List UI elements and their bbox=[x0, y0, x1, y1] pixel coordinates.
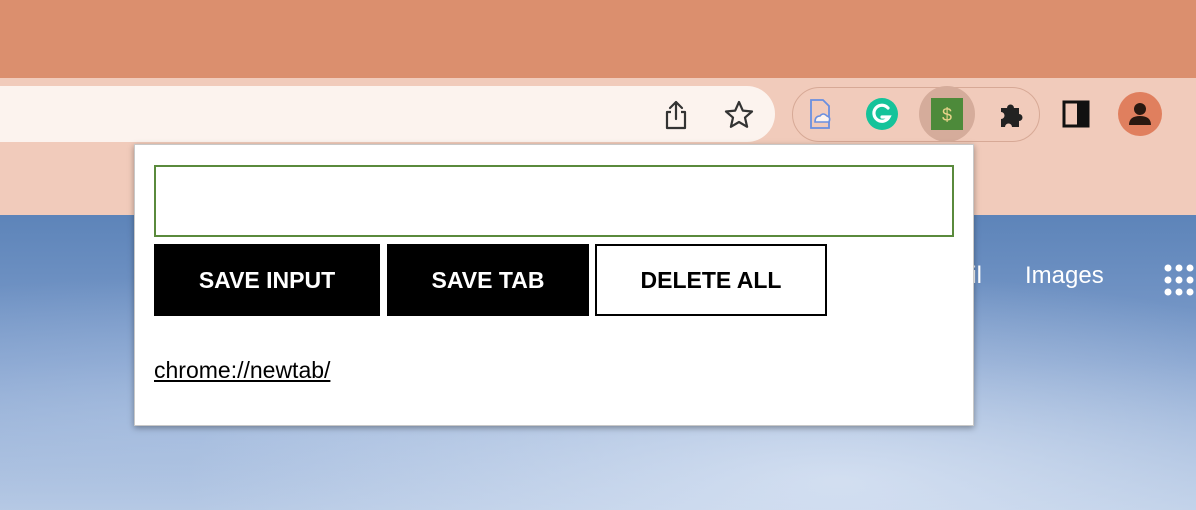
extension-popup: SAVE INPUT SAVE TAB DELETE ALL chrome://… bbox=[134, 144, 974, 426]
delete-all-button[interactable]: DELETE ALL bbox=[595, 244, 827, 316]
svg-text:$: $ bbox=[942, 105, 952, 125]
bookmark-star-icon[interactable] bbox=[719, 95, 759, 135]
money-extension-icon[interactable]: $ bbox=[919, 86, 975, 142]
saved-link[interactable]: chrome://newtab/ bbox=[154, 357, 330, 384]
save-tab-button[interactable]: SAVE TAB bbox=[387, 244, 589, 316]
profile-avatar[interactable] bbox=[1118, 92, 1162, 136]
docs-offline-icon[interactable] bbox=[800, 94, 840, 134]
apps-grid-icon[interactable] bbox=[1164, 264, 1196, 303]
share-icon[interactable] bbox=[656, 95, 696, 135]
sidepanel-icon[interactable] bbox=[1056, 94, 1096, 134]
grammarly-icon[interactable] bbox=[862, 94, 902, 134]
save-input-button[interactable]: SAVE INPUT bbox=[154, 244, 380, 316]
puzzle-icon[interactable] bbox=[992, 94, 1032, 134]
images-link[interactable]: Images bbox=[1025, 262, 1104, 290]
tab-strip bbox=[0, 0, 1196, 78]
url-input[interactable] bbox=[154, 165, 954, 237]
